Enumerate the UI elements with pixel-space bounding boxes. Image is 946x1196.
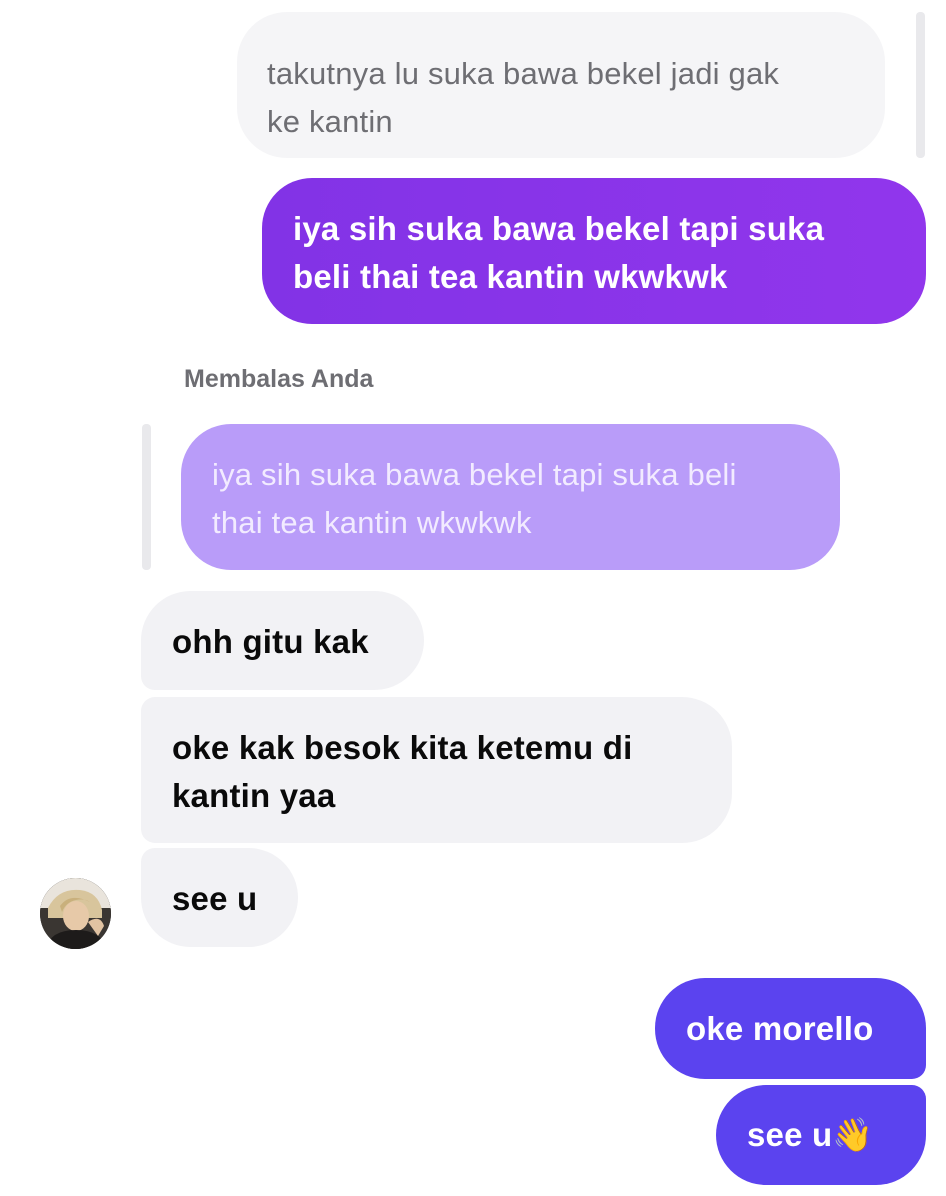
avatar-photo-icon: [40, 878, 111, 949]
contact-avatar[interactable]: [40, 878, 111, 949]
quote-indicator-bar: [916, 12, 925, 158]
received-message-bubble[interactable]: see u: [141, 848, 298, 947]
reply-context-label: Membalas Anda: [184, 365, 374, 393]
received-message-bubble[interactable]: ohh gitu kak: [141, 591, 424, 690]
sent-message-bubble[interactable]: see u👋: [716, 1085, 926, 1185]
sent-message-bubble[interactable]: iya sih suka bawa bekel tapi suka beli t…: [262, 178, 926, 324]
sent-message-bubble[interactable]: oke morello: [655, 978, 926, 1079]
received-message-bubble[interactable]: oke kak besok kita ketemu di kantin yaa: [141, 697, 732, 843]
reply-quoted-bubble[interactable]: iya sih suka bawa bekel tapi suka beli t…: [181, 424, 840, 570]
quoted-message-bubble[interactable]: takutnya lu suka bawa bekel jadi gak ke …: [237, 12, 885, 158]
reply-quote-indicator-bar: [142, 424, 151, 570]
